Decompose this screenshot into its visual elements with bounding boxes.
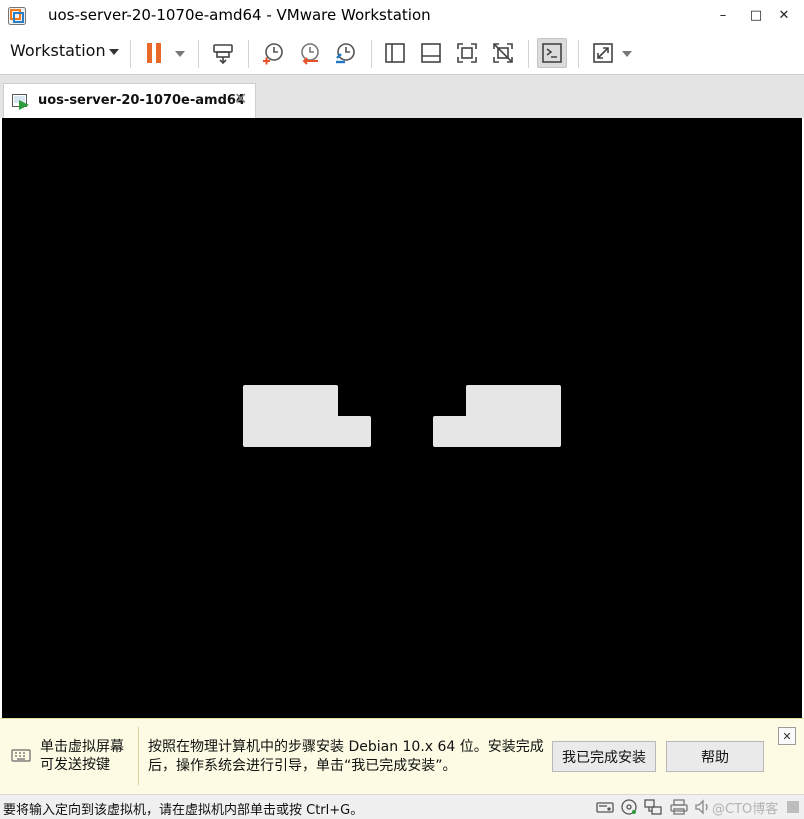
full-screen-button[interactable] — [452, 38, 482, 68]
toolbar-separator — [198, 40, 199, 68]
toolbar: Workstation — [0, 32, 804, 74]
snapshot-manager-button[interactable] — [330, 38, 360, 68]
revert-snapshot-button[interactable] — [294, 38, 324, 68]
toolbar-separator — [248, 40, 249, 68]
vm-console-screen[interactable] — [2, 118, 802, 718]
tab-strip: uos-server-20-1070e-amd64 ✕ — [0, 74, 804, 119]
close-button[interactable]: ✕ — [764, 0, 804, 30]
library-view-button[interactable] — [380, 38, 410, 68]
hint-separator — [138, 727, 139, 785]
hard-disk-icon[interactable] — [596, 799, 614, 815]
tab-label: uos-server-20-1070e-amd64 — [38, 93, 245, 108]
watermark-text: @CTO博客 — [712, 802, 779, 817]
status-message: 要将输入定向到该虚拟机，请在虚拟机内部单击或按 Ctrl+G。 — [3, 803, 364, 818]
send-ctrl-alt-del-button[interactable] — [208, 38, 238, 68]
send-ctrl-alt-del-icon — [213, 44, 233, 65]
pause-icon — [147, 43, 161, 63]
snapshot-icon — [263, 43, 283, 65]
vm-running-icon — [12, 94, 29, 110]
workstation-menu[interactable]: Workstation — [10, 41, 106, 60]
toolbar-separator — [528, 40, 529, 68]
thumbnail-view-button[interactable] — [416, 38, 446, 68]
toolbar-separator — [130, 40, 131, 68]
unity-button[interactable] — [488, 38, 518, 68]
snapshot-manager-icon — [336, 43, 355, 64]
boot-logo-left-shape — [243, 385, 371, 447]
title-bar: uos-server-20-1070e-amd64 - VMware Works… — [0, 0, 804, 32]
stretch-dropdown-caret-icon[interactable] — [622, 51, 632, 57]
hint-close-icon[interactable]: ✕ — [778, 727, 796, 745]
toolbar-separator — [578, 40, 579, 68]
workstation-menu-caret-icon[interactable] — [109, 49, 119, 55]
keyboard-icon — [11, 749, 31, 762]
revert-snapshot-icon — [301, 43, 319, 65]
window-title: uos-server-20-1070e-amd64 - VMware Works… — [48, 6, 431, 24]
console-view-button[interactable] — [537, 38, 567, 68]
status-bar: 要将输入定向到该虚拟机，请在虚拟机内部单击或按 Ctrl+G。 @CTO博客 — [0, 794, 804, 819]
thumbnail-view-icon — [421, 43, 441, 63]
stretch-icon — [593, 43, 613, 63]
tab-close-icon[interactable]: ✕ — [234, 89, 247, 108]
install-hint-bar: 单击虚拟屏幕可发送按键 按照在物理计算机中的步骤安装 Debian 10.x 6… — [0, 718, 804, 794]
take-snapshot-button[interactable] — [258, 38, 288, 68]
console-view-icon — [542, 43, 562, 63]
install-done-button[interactable]: 我已完成安装 — [552, 741, 656, 772]
network-adapter-icon[interactable] — [644, 799, 662, 815]
unity-icon — [493, 43, 513, 63]
click-screen-hint: 单击虚拟屏幕可发送按键 — [40, 739, 124, 773]
boot-logo-right-shape — [433, 385, 561, 447]
toolbar-separator — [371, 40, 372, 68]
power-dropdown-caret-icon[interactable] — [175, 51, 185, 57]
cd-dvd-icon[interactable] — [620, 799, 638, 815]
vmware-app-icon — [8, 7, 26, 25]
message-log-icon[interactable] — [786, 799, 800, 815]
help-button[interactable]: 帮助 — [666, 741, 764, 772]
tab-vm[interactable]: uos-server-20-1070e-amd64 ✕ — [3, 83, 256, 119]
library-view-icon — [385, 43, 405, 63]
sound-card-icon[interactable] — [694, 799, 712, 815]
printer-icon[interactable] — [670, 799, 688, 815]
install-instructions: 按照在物理计算机中的步骤安装 Debian 10.x 64 位。安装完成后，操作… — [148, 739, 544, 774]
pause-button[interactable] — [140, 38, 170, 68]
stretch-guest-button[interactable] — [588, 38, 618, 68]
full-screen-icon — [457, 43, 477, 63]
